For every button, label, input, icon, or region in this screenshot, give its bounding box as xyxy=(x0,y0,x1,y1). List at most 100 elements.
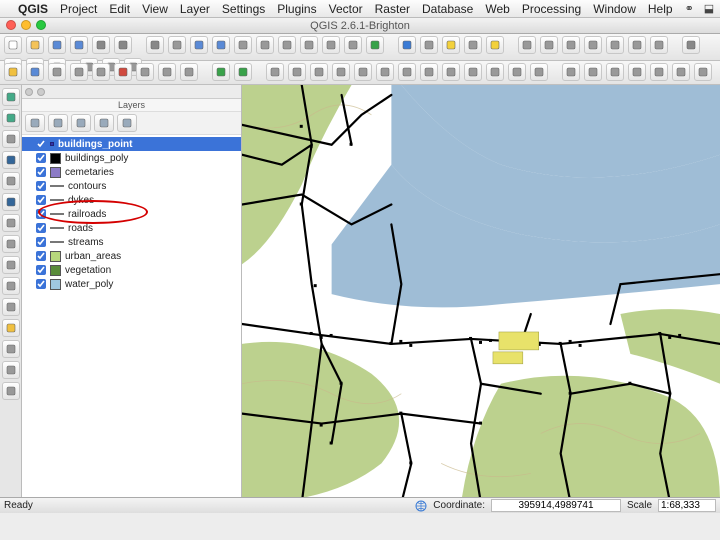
simplify-button[interactable] xyxy=(266,63,284,81)
gps-tools-button[interactable] xyxy=(2,382,20,400)
layer-visibility-checkbox[interactable] xyxy=(36,237,46,247)
split-parts-button[interactable] xyxy=(464,63,482,81)
layer-water_poly[interactable]: water_poly xyxy=(22,277,241,291)
run-feature-action-button[interactable] xyxy=(420,36,438,54)
layer-tree[interactable]: buildings_pointbuildings_polycemetariesc… xyxy=(22,135,241,497)
measure-line-button[interactable] xyxy=(518,36,536,54)
paste-features-button[interactable] xyxy=(180,63,198,81)
layer-buildings_point[interactable]: buildings_point xyxy=(22,137,241,151)
layer-streams[interactable]: streams xyxy=(22,235,241,249)
add-group-button[interactable] xyxy=(25,114,45,132)
filter-legend-button[interactable] xyxy=(71,114,91,132)
layers-panel-header[interactable] xyxy=(22,85,241,99)
zoom-out-button[interactable] xyxy=(212,36,230,54)
delete-ring-button[interactable] xyxy=(354,63,372,81)
layer-visibility-checkbox[interactable] xyxy=(36,153,46,163)
layer-contours[interactable]: contours xyxy=(22,179,241,193)
text-annotation-button[interactable] xyxy=(650,36,668,54)
delete-part-button[interactable] xyxy=(376,63,394,81)
advanced-1-button[interactable] xyxy=(562,63,580,81)
advanced-5-button[interactable] xyxy=(650,63,668,81)
panel-undock-icon[interactable] xyxy=(37,88,45,96)
layer-roads[interactable]: roads xyxy=(22,221,241,235)
zoom-window-button[interactable] xyxy=(36,20,46,30)
split-features-button[interactable] xyxy=(442,63,460,81)
menu-view[interactable]: View xyxy=(142,2,168,16)
pan-button[interactable] xyxy=(146,36,164,54)
reshape-button[interactable] xyxy=(398,63,416,81)
zoom-selection-button[interactable] xyxy=(278,36,296,54)
add-postgis-button[interactable] xyxy=(2,151,20,169)
save-project-button[interactable] xyxy=(48,36,66,54)
collapse-all-button[interactable] xyxy=(117,114,137,132)
add-delimited-text-button[interactable] xyxy=(2,256,20,274)
add-vector-layer-button[interactable] xyxy=(2,88,20,106)
advanced-7-button[interactable] xyxy=(694,63,712,81)
menu-window[interactable]: Window xyxy=(593,2,636,16)
identify-button[interactable] xyxy=(398,36,416,54)
app-menu[interactable]: QGIS xyxy=(18,2,48,16)
print-composer-button[interactable] xyxy=(92,36,110,54)
layer-dykes[interactable]: dykes xyxy=(22,193,241,207)
composer-manager-button[interactable] xyxy=(114,36,132,54)
coordinate-input[interactable] xyxy=(491,499,621,512)
delete-selected-button[interactable] xyxy=(114,63,132,81)
move-feature-button[interactable] xyxy=(70,63,88,81)
globe-icon[interactable] xyxy=(415,500,427,512)
measure-area-button[interactable] xyxy=(540,36,558,54)
menu-settings[interactable]: Settings xyxy=(222,2,265,16)
layer-visibility-checkbox[interactable] xyxy=(36,265,46,275)
menu-web[interactable]: Web xyxy=(485,2,509,16)
scale-input[interactable] xyxy=(658,499,716,512)
menu-raster[interactable]: Raster xyxy=(375,2,410,16)
add-spatialite-button[interactable] xyxy=(2,130,20,148)
add-mssql-button[interactable] xyxy=(2,172,20,190)
map-canvas[interactable] xyxy=(242,85,720,497)
expand-all-button[interactable] xyxy=(94,114,114,132)
deselect-button[interactable] xyxy=(486,36,504,54)
add-raster-layer-button[interactable] xyxy=(2,109,20,127)
add-part-button[interactable] xyxy=(310,63,328,81)
layer-railroads[interactable]: railroads xyxy=(22,207,241,221)
advanced-2-button[interactable] xyxy=(584,63,602,81)
menu-vector[interactable]: Vector xyxy=(329,2,363,16)
offset-curve-button[interactable] xyxy=(420,63,438,81)
select-polygon-button[interactable] xyxy=(464,36,482,54)
layer-visibility-checkbox[interactable] xyxy=(36,195,46,205)
node-tool-button[interactable] xyxy=(92,63,110,81)
zoom-native-button[interactable] xyxy=(234,36,252,54)
menu-help[interactable]: Help xyxy=(648,2,673,16)
close-window-button[interactable] xyxy=(6,20,16,30)
menu-processing[interactable]: Processing xyxy=(522,2,581,16)
add-ring-button[interactable] xyxy=(288,63,306,81)
zoom-next-button[interactable] xyxy=(344,36,362,54)
advanced-4-button[interactable] xyxy=(628,63,646,81)
layer-visibility-checkbox[interactable] xyxy=(36,223,46,233)
layer-cemetaries[interactable]: cemetaries xyxy=(22,165,241,179)
merge-features-button[interactable] xyxy=(486,63,504,81)
new-project-button[interactable] xyxy=(4,36,22,54)
advanced-6-button[interactable] xyxy=(672,63,690,81)
rotate-feature-button[interactable] xyxy=(530,63,548,81)
layer-visibility-checkbox[interactable] xyxy=(36,279,46,289)
zoom-layer-button[interactable] xyxy=(300,36,318,54)
layer-visibility-checkbox[interactable] xyxy=(36,209,46,219)
new-geopackage-button[interactable] xyxy=(2,361,20,379)
layer-visibility-checkbox[interactable] xyxy=(36,251,46,261)
csw-button[interactable] xyxy=(682,36,700,54)
dropbox-icon[interactable]: ⬓ xyxy=(704,2,714,15)
redo-button[interactable] xyxy=(234,63,252,81)
layer-visibility-checkbox[interactable] xyxy=(36,181,46,191)
advanced-3-button[interactable] xyxy=(606,63,624,81)
bookmark-show-button[interactable] xyxy=(628,36,646,54)
pan-to-selection-button[interactable] xyxy=(168,36,186,54)
open-project-button[interactable] xyxy=(26,36,44,54)
merge-attrs-button[interactable] xyxy=(508,63,526,81)
manage-visibility-button[interactable] xyxy=(48,114,68,132)
copy-features-button[interactable] xyxy=(158,63,176,81)
layer-visibility-checkbox[interactable] xyxy=(36,139,46,149)
menu-plugins[interactable]: Plugins xyxy=(277,2,316,16)
select-button[interactable] xyxy=(442,36,460,54)
zoom-in-button[interactable] xyxy=(190,36,208,54)
minimize-window-button[interactable] xyxy=(21,20,31,30)
